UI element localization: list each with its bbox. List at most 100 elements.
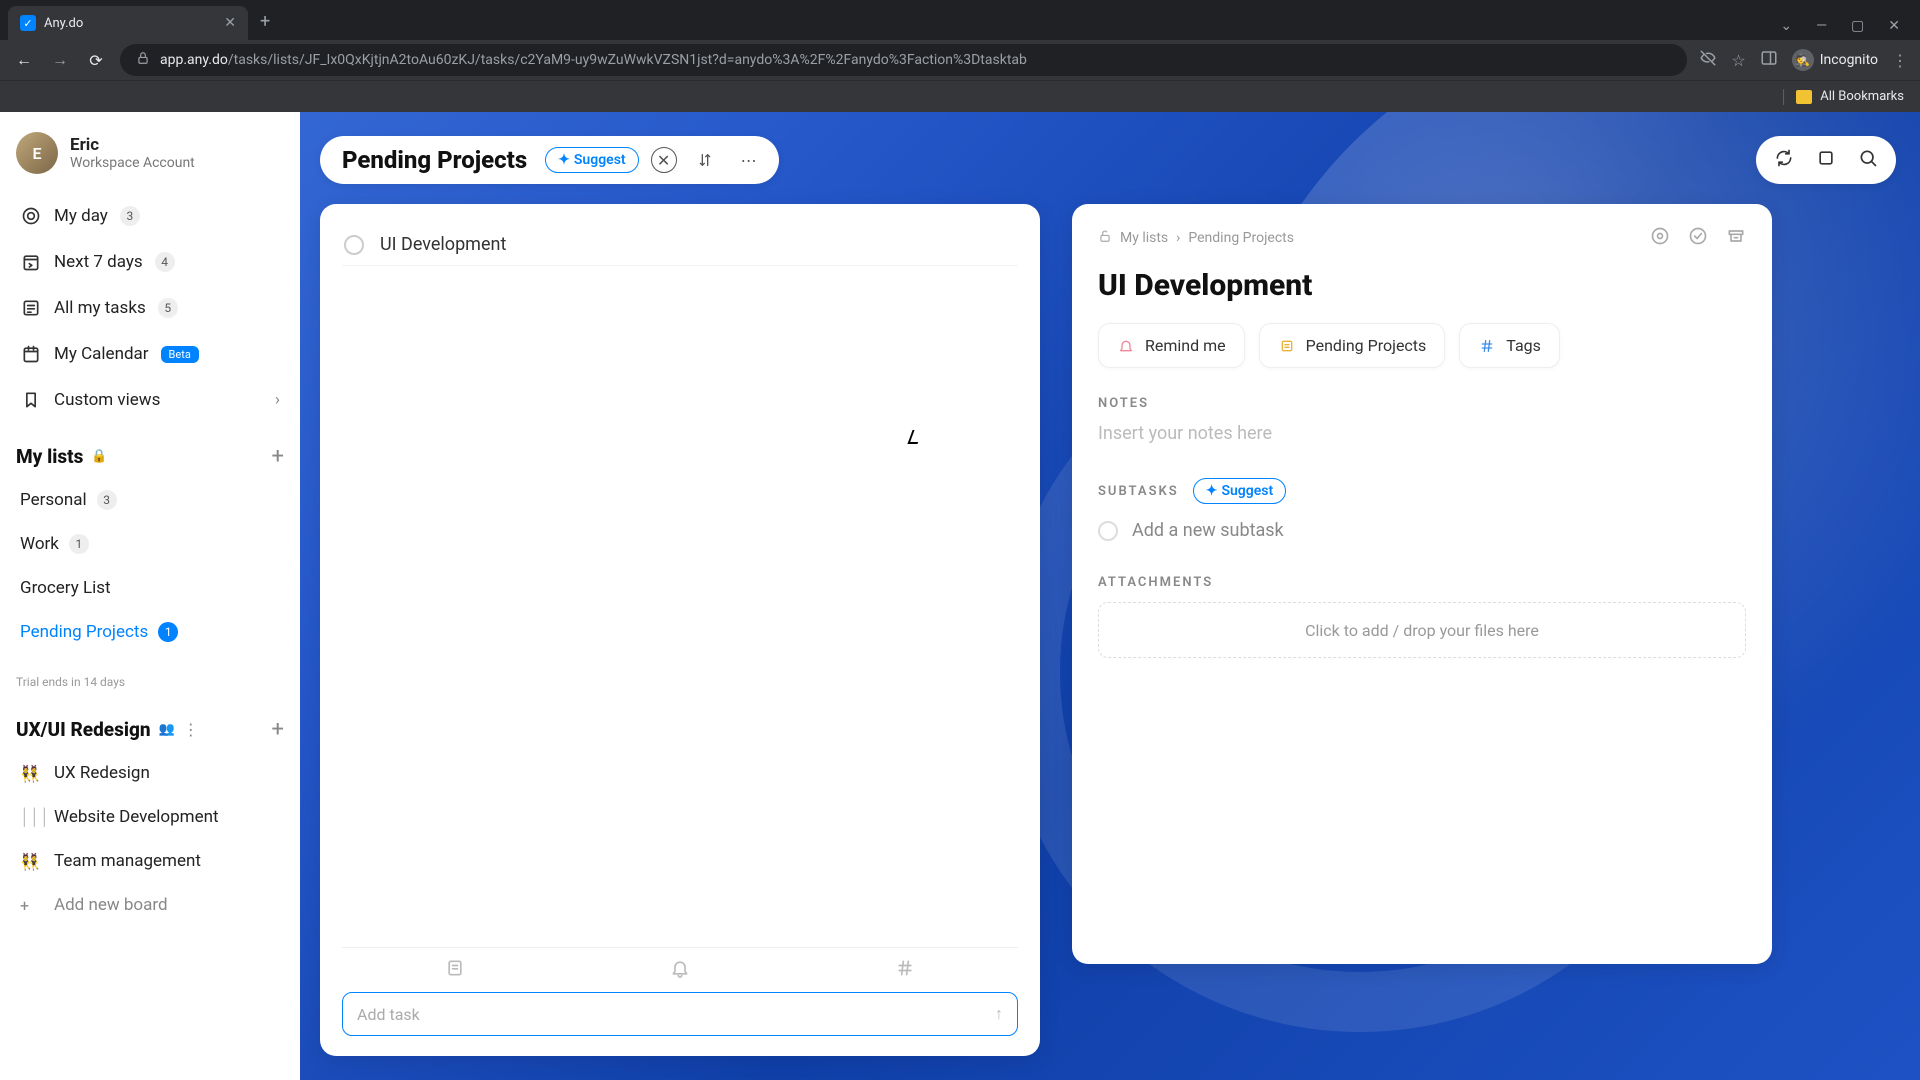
calendar-icon [20,343,42,365]
incognito-icon: 🕵 [1792,49,1814,71]
subtask-suggest-button[interactable]: ✦ Suggest [1193,478,1286,504]
chevron-right-icon: › [275,390,280,410]
search-icon[interactable] [1858,148,1878,172]
window-maximize-icon[interactable]: ▢ [1851,18,1864,34]
add-list-button[interactable]: + [272,444,284,469]
task-title: UI Development [380,234,506,255]
bell-icon[interactable] [670,958,690,982]
nav-my-day[interactable]: My day 3 [16,196,284,236]
tab-close-icon[interactable]: ✕ [224,15,236,31]
all-bookmarks-button[interactable]: All Bookmarks [1820,89,1904,104]
task-row[interactable]: UI Development [342,224,1018,266]
bookmark-star-icon[interactable]: ☆ [1731,51,1745,70]
browser-tab[interactable]: ✓ Any.do ✕ [8,6,248,40]
browser-tab-bar: ✓ Any.do ✕ + ⌄ — ▢ ✕ [0,0,1920,40]
nav-next-7-days[interactable]: Next 7 days 4 [16,242,284,282]
board-icon: 👯 [20,852,42,871]
task-list-body [342,266,1018,947]
side-panel-icon[interactable] [1760,49,1778,71]
lock-icon: 🔒 [91,449,107,464]
lock-icon [136,51,150,69]
task-list-card: UI Development ↑ [320,204,1040,1056]
filter-close-icon[interactable]: ✕ [651,147,677,173]
chip-list[interactable]: Pending Projects [1259,323,1446,368]
attachments-label: ATTACHMENTS [1098,575,1746,590]
task-detail-panel: My lists › Pending Projects UI Developme… [1072,204,1772,964]
sparkle-icon: ✦ [558,152,570,168]
task-checkbox[interactable] [344,235,364,255]
new-tab-button[interactable]: + [248,3,282,40]
bookmark-icon [20,389,42,411]
account-type: Workspace Account [70,155,195,171]
bookmarks-bar: │ All Bookmarks [0,80,1920,112]
board-ux-redesign[interactable]: 👯 UX Redesign [16,754,284,792]
workspace-menu-icon[interactable]: ⋮ [183,720,199,739]
breadcrumb-list[interactable]: Pending Projects [1188,230,1294,246]
add-board-button[interactable]: + [272,717,284,742]
calendar-forward-icon [20,251,42,273]
breadcrumb-root[interactable]: My lists [1120,230,1168,246]
sidebar: E Eric Workspace Account My day 3 Next 7… [0,112,300,1080]
trial-notice: Trial ends in 14 days [16,675,284,689]
nav-my-calendar[interactable]: My Calendar Beta [16,334,284,374]
add-subtask-row[interactable]: Add a new subtask [1098,520,1746,541]
detail-title[interactable]: UI Development [1098,268,1746,303]
suggest-button[interactable]: ✦ Suggest [545,147,638,173]
workspace-header: UX/UI Redesign 👥 ⋮ + [16,717,284,742]
chip-tags[interactable]: Tags [1459,323,1560,368]
nav-all-tasks[interactable]: All my tasks 5 [16,288,284,328]
eye-off-icon[interactable] [1699,49,1717,71]
target-icon [20,205,42,227]
layout-icon[interactable] [1816,148,1836,172]
notes-input[interactable]: Insert your notes here [1098,423,1746,444]
add-task-icons [342,947,1018,992]
add-task-input-wrap[interactable]: ↑ [342,992,1018,1036]
list-icon [20,297,42,319]
target-icon[interactable] [1650,226,1670,250]
plus-icon: + [20,896,42,915]
back-button[interactable]: ← [12,50,36,70]
avatar: E [16,132,58,174]
board-icon: │││ [20,807,42,827]
list-pending-projects[interactable]: Pending Projects 1 [16,613,284,651]
window-minimize-icon[interactable]: — [1816,18,1827,34]
note-icon[interactable] [445,958,465,982]
list-icon [1278,337,1296,355]
reload-button[interactable]: ⟳ [84,51,108,70]
forward-button[interactable]: → [48,50,72,70]
sync-icon[interactable] [1774,148,1794,172]
notes-label: NOTES [1098,396,1746,411]
chip-remind[interactable]: Remind me [1098,323,1245,368]
attachments-dropzone[interactable]: Click to add / drop your files here [1098,602,1746,658]
incognito-indicator[interactable]: 🕵 Incognito [1792,49,1878,71]
add-new-board[interactable]: + Add new board [16,886,284,924]
browser-menu-icon[interactable]: ⋮ [1892,51,1908,70]
top-right-actions [1756,136,1896,184]
window-controls: ⌄ — ▢ ✕ [1780,18,1920,40]
hash-icon[interactable] [895,958,915,982]
url-text: app.any.do/tasks/lists/JF_Ix0QxKjtjnA2to… [160,52,1027,68]
subtask-checkbox[interactable] [1098,521,1118,541]
submit-task-icon[interactable]: ↑ [995,1004,1003,1024]
sparkle-icon: ✦ [1206,483,1218,499]
more-icon[interactable]: ⋯ [733,144,765,176]
check-circle-icon[interactable] [1688,226,1708,250]
nav-custom-views[interactable]: Custom views › [16,380,284,420]
address-bar[interactable]: app.any.do/tasks/lists/JF_Ix0QxKjtjnA2to… [120,44,1687,76]
list-header: Pending Projects ✦ Suggest ✕ ⋯ [320,136,779,184]
board-website-dev[interactable]: │││ Website Development [16,798,284,836]
tab-search-icon[interactable]: ⌄ [1780,18,1792,34]
board-team-mgmt[interactable]: 👯 Team management [16,842,284,880]
profile-block[interactable]: E Eric Workspace Account [16,132,284,174]
window-close-icon[interactable]: ✕ [1888,18,1900,34]
add-task-input[interactable] [357,1005,985,1024]
archive-icon[interactable] [1726,226,1746,250]
list-grocery[interactable]: Grocery List [16,569,284,607]
my-lists-header: My lists 🔒 + [16,444,284,469]
tab-title: Any.do [44,16,83,31]
lock-open-icon [1098,229,1112,247]
list-work[interactable]: Work 1 [16,525,284,563]
list-personal[interactable]: Personal 3 [16,481,284,519]
sort-icon[interactable] [689,144,721,176]
subtasks-label: SUBTASKS [1098,484,1179,499]
